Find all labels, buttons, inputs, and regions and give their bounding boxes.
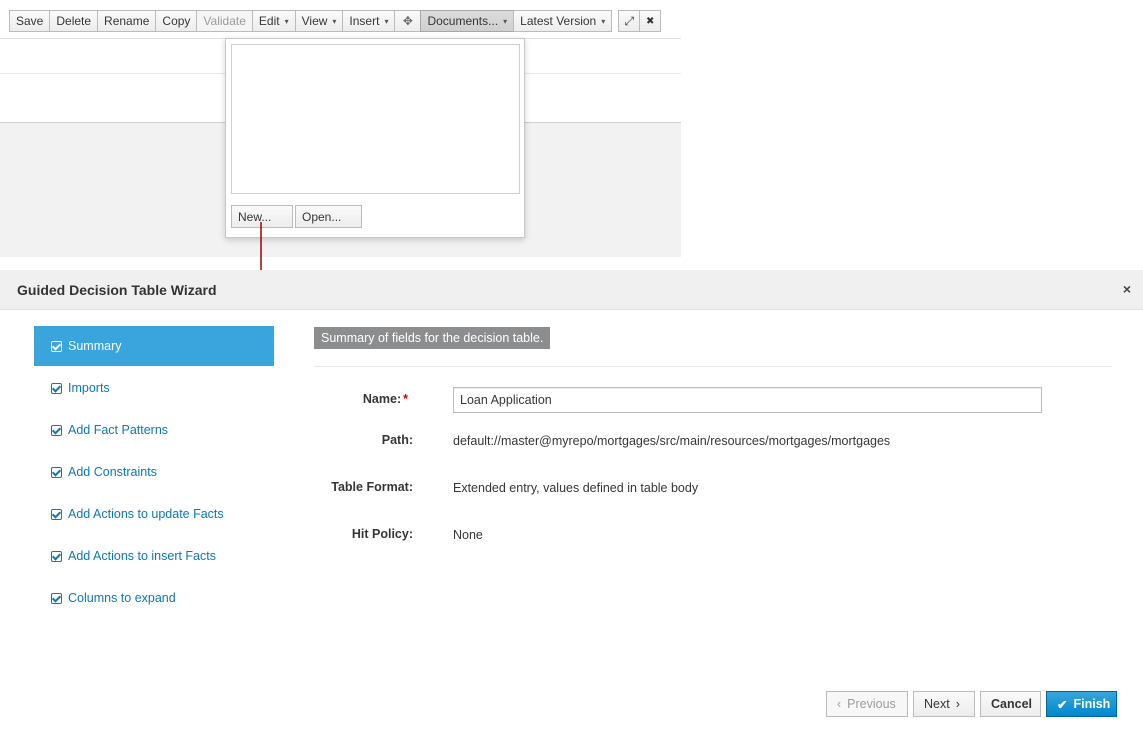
path-value: default://master@myrepo/mortgages/src/ma… <box>453 434 891 448</box>
step-add-fact-patterns[interactable]: Add Fact Patterns <box>34 410 274 450</box>
next-label: Next <box>924 697 950 711</box>
validate-button[interactable]: Validate <box>196 10 253 32</box>
chevron-left-icon: ‹ <box>837 697 842 711</box>
step-label: Imports <box>68 381 110 395</box>
table-format-label: Table Format: <box>331 480 413 494</box>
next-button[interactable]: Next › <box>913 691 975 717</box>
checkbox-checked-icon <box>51 550 62 562</box>
step-label: Columns to expand <box>68 591 176 605</box>
view-menu-label: View <box>301 14 328 28</box>
cancel-button[interactable]: Cancel <box>980 691 1041 717</box>
wizard-title: Guided Decision Table Wizard <box>17 282 217 298</box>
wizard-steps: Summary Imports Add Fact Patterns Add Co… <box>34 326 274 620</box>
expand-icon: ⤢ <box>624 13 635 28</box>
previous-button[interactable]: ‹ Previous <box>826 691 908 717</box>
checkbox-checked-icon <box>51 424 62 436</box>
chevron-right-icon: › <box>955 697 960 711</box>
close-icon[interactable]: × <box>1123 281 1131 297</box>
finish-label: Finish <box>1073 697 1111 711</box>
chevron-down-icon: ▾ <box>284 16 289 26</box>
checkbox-checked-icon <box>51 508 62 520</box>
documents-menu-button[interactable]: Documents... ▾ <box>420 10 515 32</box>
hit-policy-label: Hit Policy: <box>351 527 413 541</box>
latest-version-label: Latest Version <box>520 14 597 28</box>
name-label-text: Name: <box>362 392 402 406</box>
file-actions-group: Save Delete Rename Copy Validate Edit ▾ … <box>9 10 613 32</box>
step-imports[interactable]: Imports <box>34 368 274 408</box>
checkmark-icon: ✔ <box>1057 697 1068 712</box>
documents-popup: New... Open... <box>225 38 525 238</box>
step-label: Add Fact Patterns <box>68 423 169 437</box>
path-label: Path: <box>381 433 413 447</box>
checkbox-checked-icon <box>51 340 62 352</box>
step-add-actions-update-facts[interactable]: Add Actions to update Facts <box>34 494 274 534</box>
copy-button[interactable]: Copy <box>155 10 198 32</box>
crosshair-move-icon: ✥ <box>402 14 413 28</box>
step-label: Summary <box>68 339 122 353</box>
view-menu-button[interactable]: View ▾ <box>294 10 344 32</box>
checkbox-checked-icon <box>51 382 62 394</box>
checkbox-checked-icon <box>51 466 62 478</box>
documents-menu-label: Documents... <box>427 14 499 28</box>
documents-list[interactable] <box>231 44 520 194</box>
guided-decision-table-wizard: Guided Decision Table Wizard × Summary I… <box>0 270 1143 753</box>
delete-button[interactable]: Delete <box>49 10 99 32</box>
step-add-constraints[interactable]: Add Constraints <box>34 452 274 492</box>
insert-menu-button[interactable]: Insert ▾ <box>342 10 396 32</box>
step-summary[interactable]: Summary <box>34 326 274 366</box>
finish-button[interactable]: ✔ Finish <box>1046 691 1117 717</box>
name-input[interactable] <box>453 387 1042 413</box>
summary-heading: Summary of fields for the decision table… <box>314 327 551 349</box>
chevron-down-icon: ▾ <box>601 16 606 26</box>
previous-label: Previous <box>847 697 896 711</box>
open-document-button[interactable]: Open... <box>295 205 362 228</box>
chevron-down-icon: ▾ <box>503 16 508 26</box>
chevron-down-icon: ▾ <box>384 16 389 26</box>
step-label: Add Actions to insert Facts <box>68 549 216 563</box>
save-button[interactable]: Save <box>9 10 51 32</box>
checkbox-checked-icon <box>51 592 62 604</box>
move-button[interactable]: ✥ <box>394 10 422 32</box>
latest-version-menu-button[interactable]: Latest Version ▾ <box>513 10 613 32</box>
divider <box>314 366 1112 367</box>
step-add-actions-insert-facts[interactable]: Add Actions to insert Facts <box>34 536 274 576</box>
step-columns-to-expand[interactable]: Columns to expand <box>34 578 274 618</box>
window-actions-group: ⤢ ✖ <box>618 10 662 32</box>
maximize-button[interactable]: ⤢ <box>618 10 641 32</box>
edit-menu-button[interactable]: Edit ▾ <box>251 10 296 32</box>
insert-menu-label: Insert <box>349 14 380 28</box>
edit-menu-label: Edit <box>258 14 280 28</box>
editor-area: Save Delete Rename Copy Validate Edit ▾ … <box>0 0 681 257</box>
close-icon: ✖ <box>646 15 655 27</box>
wizard-header: Guided Decision Table Wizard × <box>0 270 1143 310</box>
step-label: Add Constraints <box>68 465 157 479</box>
close-editor-button[interactable]: ✖ <box>639 10 662 32</box>
name-label: Name: * <box>308 392 408 406</box>
hit-policy-value: None <box>453 528 483 542</box>
table-format-value: Extended entry, values defined in table … <box>453 481 699 495</box>
step-label: Add Actions to update Facts <box>68 507 224 521</box>
editor-toolbar: Save Delete Rename Copy Validate Edit ▾ … <box>9 10 662 32</box>
rename-button[interactable]: Rename <box>97 10 157 32</box>
required-marker: * <box>403 392 408 406</box>
chevron-down-icon: ▾ <box>332 16 337 26</box>
